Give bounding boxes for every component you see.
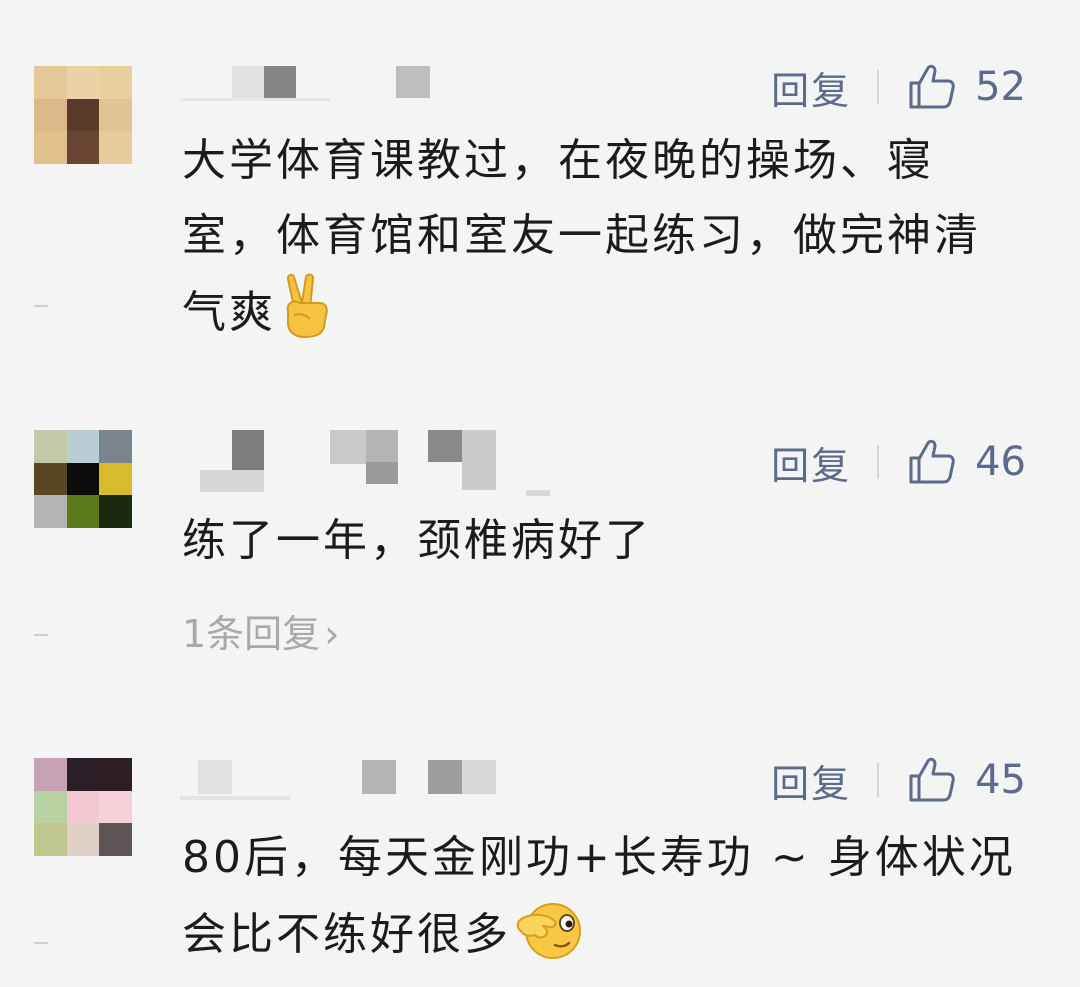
avatar[interactable] (34, 430, 132, 528)
like-count: 45 (975, 757, 1026, 803)
comment-text-container: 大学体育课教过，在夜晚的操场、寝室，体育馆和室友一起练习，做完神清气爽 (182, 123, 1022, 362)
thumbs-up-icon (909, 64, 955, 109)
username-blurred[interactable] (180, 64, 540, 101)
comment-text: 80后，每天金刚功+长寿功 ~ 身体状况会比不练好很多 (182, 832, 1016, 960)
comment-actions: 回复 45 (771, 753, 1026, 808)
divider (34, 634, 48, 636)
divider (34, 942, 48, 944)
like-button[interactable]: 46 (907, 437, 1026, 487)
like-count: 46 (975, 439, 1026, 485)
chevron-right-icon: › (324, 612, 340, 656)
comment-text-container: 80后，每天金刚功+长寿功 ~ 身体状况会比不练好很多 (182, 820, 1022, 984)
comment-actions: 回复 46 (771, 435, 1026, 490)
victory-hand-emoji (280, 273, 332, 362)
divider (34, 305, 48, 307)
comment-actions: 回复 52 (771, 60, 1026, 115)
reply-button[interactable]: 回复 (771, 435, 851, 490)
thumbs-up-icon (909, 439, 955, 484)
like-button[interactable]: 52 (907, 62, 1026, 112)
peek-face-emoji (515, 895, 585, 984)
reply-button[interactable]: 回复 (771, 60, 851, 115)
divider (877, 763, 880, 797)
like-count: 52 (975, 64, 1026, 110)
thumbs-up-icon (909, 757, 955, 802)
divider (877, 70, 880, 104)
divider (877, 445, 880, 479)
view-replies-link[interactable]: 1条回复 › (182, 603, 339, 658)
avatar[interactable] (34, 758, 132, 856)
view-replies-label: 1条回复 (182, 612, 321, 656)
comment-text: 练了一年，颈椎病好了 (182, 515, 652, 566)
reply-button[interactable]: 回复 (771, 753, 851, 808)
like-button[interactable]: 45 (907, 755, 1026, 805)
comment-text-container: 练了一年，颈椎病好了 (182, 503, 1022, 578)
username-blurred[interactable] (180, 428, 560, 496)
username-blurred[interactable] (180, 760, 540, 800)
avatar[interactable] (34, 66, 132, 164)
